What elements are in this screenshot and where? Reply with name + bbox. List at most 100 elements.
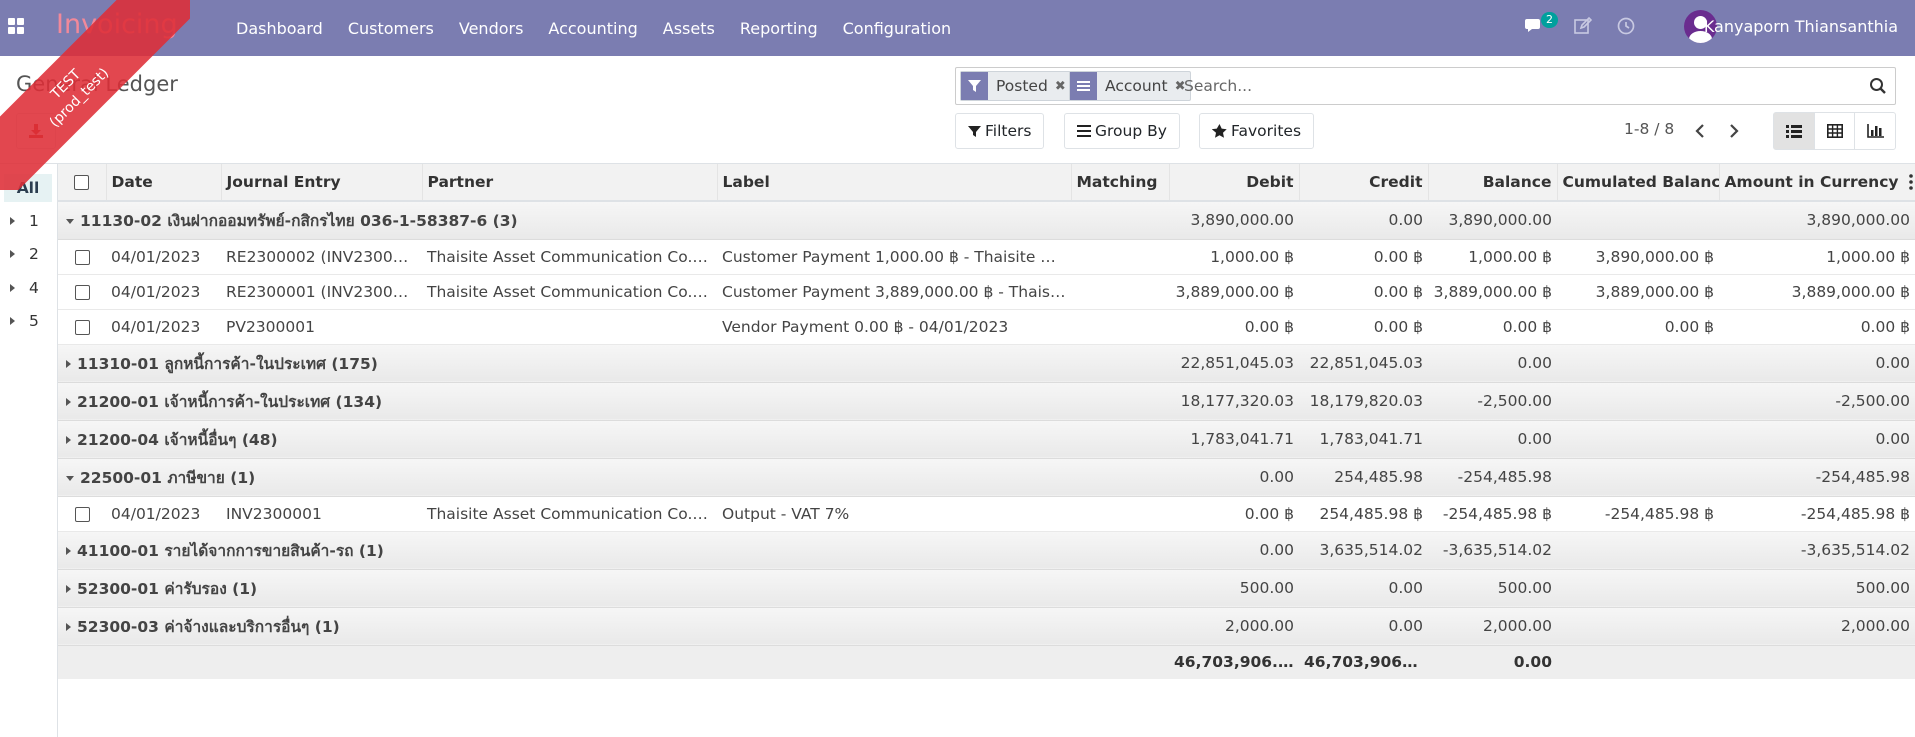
column-credit[interactable]: Credit	[1299, 164, 1429, 202]
cell-amount-in-currency: -254,485.98 ฿	[1719, 496, 1915, 532]
group-balance: 500.00	[1428, 569, 1557, 608]
column-label[interactable]: Label	[717, 164, 1072, 202]
group-header[interactable]: 52300-01 ค่ารับรอง (1)	[58, 569, 1169, 608]
menu-vendors[interactable]: Vendors	[459, 19, 524, 38]
group-amount-in-currency: 0.00	[1719, 344, 1915, 383]
graph-view-button[interactable]	[1855, 113, 1895, 149]
group-header[interactable]: 22500-01 ภาษีขาย (1)	[58, 458, 1169, 497]
search-input[interactable]	[1184, 74, 1844, 98]
group-header[interactable]: 21200-01 เจ้าหนี้การค้า-ในประเทศ (134)	[58, 382, 1169, 421]
user-name[interactable]: Kanyaporn Thiansanthia	[1704, 17, 1898, 36]
group-row[interactable]: 52300-03 ค่าจ้างและบริการอื่นๆ (1) 2,000.…	[58, 607, 1915, 646]
column-cumulated-balance[interactable]: Cumulated Balance	[1557, 164, 1720, 202]
table-row[interactable]: 04/01/2023 RE2300002 (INV2300002) Thaisite…	[58, 239, 1915, 275]
filters-button[interactable]: Filters	[955, 113, 1045, 149]
group-row[interactable]: 41100-01 รายได้จากการขายสินค้า-รถ (1) 0.0…	[58, 531, 1915, 570]
group-name: 41100-01 รายได้จากการขายสินค้า-รถ (1)	[77, 541, 384, 560]
group-header[interactable]: 21200-04 เจ้าหนี้อื่นๆ (48)	[58, 420, 1169, 459]
pivot-view-button[interactable]	[1815, 113, 1856, 149]
main-menu: Dashboard Customers Vendors Accounting A…	[236, 0, 976, 56]
row-select-cell	[58, 496, 106, 532]
group-header[interactable]: 52300-03 ค่าจ้างและบริการอื่นๆ (1)	[58, 607, 1169, 646]
column-balance[interactable]: Balance	[1428, 164, 1558, 202]
column-journal-entry[interactable]: Journal Entry	[221, 164, 423, 202]
table-row[interactable]: 04/01/2023 RE2300001 (INV2300001) Thaisite…	[58, 274, 1915, 310]
caret-right-icon	[66, 398, 71, 406]
group-row[interactable]: 11310-01 ลูกหนี้การค้า-ในประเทศ (175) 22,…	[58, 344, 1915, 383]
activity-clock-icon[interactable]	[1616, 16, 1636, 36]
menu-customers[interactable]: Customers	[348, 19, 434, 38]
cell-amount-in-currency: 3,889,000.00 ฿	[1719, 274, 1915, 310]
column-matching[interactable]: Matching	[1071, 164, 1170, 202]
group-by-button[interactable]: Group By	[1064, 113, 1180, 149]
search-panel-item[interactable]: 5	[10, 309, 39, 333]
group-credit: 1,783,041.71	[1299, 420, 1428, 459]
cell-partner: Thaisite Asset Communication Co., Ltd.	[422, 239, 717, 275]
chevron-left-icon[interactable]	[1690, 121, 1710, 141]
list-view-button[interactable]	[1774, 113, 1815, 149]
favorites-button[interactable]: Favorites	[1199, 113, 1315, 149]
search-icon[interactable]	[1869, 77, 1887, 95]
group-header[interactable]: 11130-02 เงินฝากออมทรัพย์-กสิกรไทย 036-1…	[58, 201, 1169, 240]
export-button[interactable]	[16, 113, 56, 149]
menu-accounting[interactable]: Accounting	[548, 19, 637, 38]
facet-remove-icon[interactable]: ✖	[1055, 79, 1066, 94]
pager-value[interactable]: 1-8 / 8	[1624, 120, 1674, 138]
column-partner[interactable]: Partner	[422, 164, 718, 202]
group-header[interactable]: 11310-01 ลูกหนี้การค้า-ในประเทศ (175)	[58, 344, 1169, 383]
menu-reporting[interactable]: Reporting	[740, 19, 818, 38]
column-options-icon[interactable]	[1908, 174, 1913, 190]
select-all-checkbox[interactable]	[74, 175, 90, 190]
group-header[interactable]: 41100-01 รายได้จากการขายสินค้า-รถ (1)	[58, 531, 1169, 570]
totals-empty-cell	[1719, 645, 1915, 679]
row-checkbox[interactable]	[74, 284, 90, 300]
search-bar[interactable]: Posted ✖ Account ✖	[955, 67, 1896, 105]
search-panel-item[interactable]: 4	[10, 276, 39, 300]
group-by-label: Group By	[1095, 122, 1167, 140]
search-panel: All 1 2 4 5	[0, 164, 58, 737]
group-row[interactable]: 11130-02 เงินฝากออมทรัพย์-กสิกรไทย 036-1…	[58, 201, 1915, 240]
group-name: 52300-03 ค่าจ้างและบริการอื่นๆ (1)	[77, 617, 340, 636]
search-panel-item-label: 5	[29, 312, 39, 330]
table-body: 11130-02 เงินฝากออมทรัพย์-กสิกรไทย 036-1…	[58, 201, 1915, 646]
cell-credit: 0.00 ฿	[1299, 309, 1428, 345]
row-checkbox[interactable]	[74, 249, 90, 265]
edit-note-icon[interactable]	[1573, 16, 1593, 36]
view-switcher	[1773, 112, 1896, 150]
facet-posted-label: Posted	[996, 77, 1048, 95]
table-row[interactable]: 04/01/2023 PV2300001 Vendor Payment 0.00 ฿…	[58, 309, 1915, 345]
cell-cumulated-balance: 0.00 ฿	[1557, 309, 1719, 345]
menu-dashboard[interactable]: Dashboard	[236, 19, 323, 38]
app-brand[interactable]: Invoicing	[56, 9, 178, 40]
group-amount-in-currency: 500.00	[1719, 569, 1915, 608]
group-credit: 254,485.98	[1299, 458, 1428, 497]
column-date[interactable]: Date	[106, 164, 222, 202]
chevron-right-icon[interactable]	[1724, 121, 1744, 141]
facet-posted[interactable]: Posted ✖	[960, 71, 1071, 101]
total-debit: 46,703,906.77	[1169, 645, 1299, 679]
table-row[interactable]: 04/01/2023 INV2300001 Thaisite Asset Commu…	[58, 496, 1915, 532]
apps-menu-icon[interactable]	[8, 18, 24, 34]
group-row[interactable]: 52300-01 ค่ารับรอง (1) 500.00 0.00 500.00 50…	[58, 569, 1915, 608]
facet-account[interactable]: Account ✖	[1069, 71, 1191, 101]
search-panel-all[interactable]: All	[4, 174, 52, 202]
menu-assets[interactable]: Assets	[663, 19, 715, 38]
group-balance: 3,890,000.00	[1428, 201, 1557, 240]
list-view-icon	[1785, 124, 1802, 138]
group-cumulated	[1557, 420, 1719, 459]
cell-label: Customer Payment 3,889,000.00 ฿ - Thaisi…	[717, 274, 1071, 310]
group-debit: 0.00	[1169, 531, 1299, 570]
group-row[interactable]: 21200-01 เจ้าหนี้การค้า-ในประเทศ (134) 18…	[58, 382, 1915, 421]
content-area: All 1 2 4 5 Date Journal Entry Partner L…	[0, 163, 1915, 737]
group-amount-in-currency: -254,485.98	[1719, 458, 1915, 497]
row-checkbox[interactable]	[74, 319, 90, 335]
column-debit[interactable]: Debit	[1169, 164, 1300, 202]
column-amount-in-currency[interactable]: Amount in Currency	[1719, 164, 1915, 202]
search-panel-item[interactable]: 2	[10, 242, 39, 266]
group-row[interactable]: 21200-04 เจ้าหนี้อื่นๆ (48) 1,783,041.71 1…	[58, 420, 1915, 459]
search-panel-item[interactable]: 1	[10, 209, 39, 233]
row-checkbox[interactable]	[74, 506, 90, 522]
group-row[interactable]: 22500-01 ภาษีขาย (1) 0.00 254,485.98 -254,4…	[58, 458, 1915, 497]
cell-balance: 3,889,000.00 ฿	[1428, 274, 1557, 310]
menu-configuration[interactable]: Configuration	[843, 19, 952, 38]
